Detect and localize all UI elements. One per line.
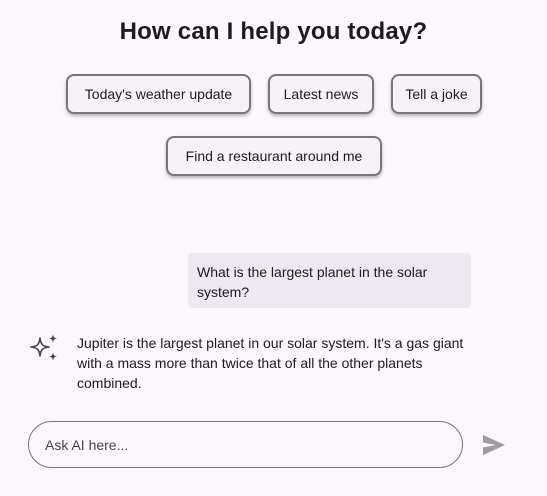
ai-message-text: Jupiter is the largest planet in our sol… (77, 335, 464, 391)
suggestion-chip-weather[interactable]: Today's weather update (66, 74, 251, 114)
chat-input[interactable] (45, 422, 445, 467)
user-message-bubble: What is the largest planet in the solar … (188, 253, 471, 308)
send-button[interactable] (480, 432, 508, 458)
page-title: How can I help you today? (119, 18, 428, 45)
chat-input-container[interactable] (28, 421, 463, 468)
send-icon (480, 435, 508, 461)
suggestion-chip-joke[interactable]: Tell a joke (391, 74, 482, 114)
suggestion-chip-news[interactable]: Latest news (268, 74, 374, 114)
sparkle-icon (28, 333, 61, 366)
suggestion-chip-restaurant[interactable]: Find a restaurant around me (166, 136, 382, 176)
